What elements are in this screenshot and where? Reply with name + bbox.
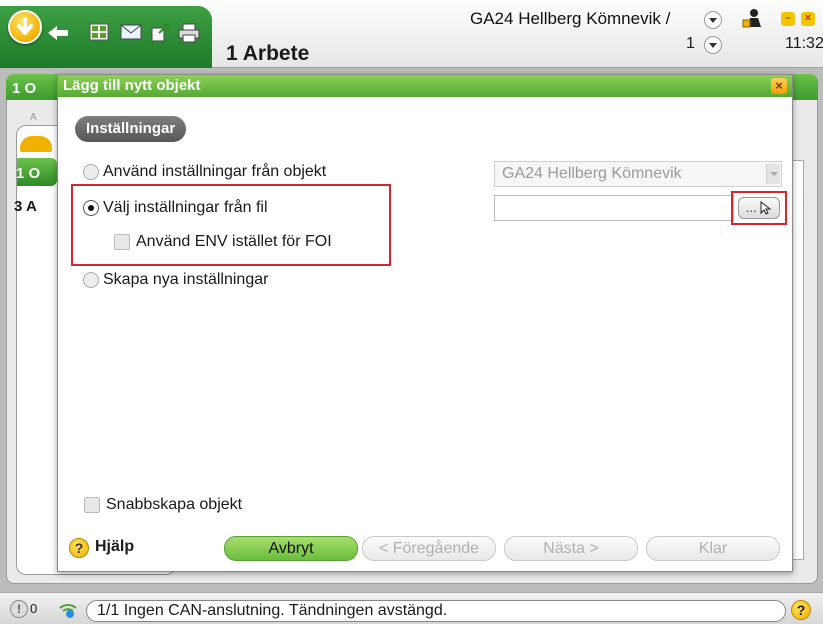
- option-label: Använd ENV istället för FOI: [136, 233, 332, 250]
- browse-button[interactable]: ...: [738, 197, 780, 219]
- cancel-button[interactable]: Avbryt: [224, 536, 358, 561]
- print-icon[interactable]: [178, 23, 200, 43]
- help-icon[interactable]: ?: [69, 538, 89, 558]
- chevron-down-icon[interactable]: [766, 164, 780, 184]
- background-card-label-2: 3 A: [14, 198, 37, 215]
- dialog-titlebar: Lägg till nytt objekt ×: [58, 75, 792, 97]
- helmet-icon: [20, 136, 52, 152]
- dialog-title: Lägg till nytt objekt: [63, 77, 201, 94]
- object-select-value: GA24 Hellberg Kömnevik: [502, 165, 682, 182]
- status-message: 1/1 Ingen CAN-anslutning. Tändningen avs…: [86, 600, 786, 622]
- add-object-dialog: Lägg till nytt objekt × Inställningar An…: [57, 74, 793, 572]
- highlight-box: [71, 184, 391, 266]
- status-bar: ! 0 1/1 Ingen CAN-anslutning. Tändningen…: [0, 592, 823, 624]
- page-number: 1: [686, 35, 695, 52]
- previous-button[interactable]: < Föregående: [362, 536, 496, 561]
- object-select[interactable]: GA24 Hellberg Kömnevik: [494, 161, 782, 187]
- option-label: Använd inställningar från objekt: [103, 163, 327, 180]
- option-choose-from-file[interactable]: Välj inställningar från fil: [83, 199, 268, 217]
- grid-icon[interactable]: [89, 23, 109, 41]
- radio-create-new[interactable]: [83, 272, 99, 288]
- minimize-icon[interactable]: –: [781, 12, 795, 26]
- option-label: Snabbskapa objekt: [106, 496, 243, 513]
- page-title: 1 Arbete: [226, 42, 310, 65]
- warning-icon[interactable]: !: [10, 600, 28, 618]
- export-icon[interactable]: [150, 23, 170, 43]
- dialog-close-icon[interactable]: ×: [771, 78, 787, 94]
- option-use-from-object[interactable]: Använd inställningar från objekt: [83, 163, 326, 181]
- down-arrow-icon: [17, 17, 33, 35]
- clock: 11:32: [785, 35, 823, 52]
- down-arrow-button[interactable]: [8, 10, 42, 44]
- vehicle-dropdown-button[interactable]: [704, 11, 722, 29]
- top-bar: 1 Arbete GA24 Hellberg Kömnevik / 1 – × …: [0, 0, 823, 68]
- option-label: Skapa nya inställningar: [103, 271, 269, 288]
- radio-choose-from-file[interactable]: [83, 200, 99, 216]
- wifi-icon[interactable]: [58, 599, 80, 624]
- user-icon[interactable]: [742, 8, 762, 28]
- background-header-label: 1 O: [12, 80, 37, 97]
- page-dropdown-button[interactable]: [704, 36, 722, 54]
- section-label: Inställningar: [75, 116, 187, 142]
- background-card-label-1: 1 O: [16, 165, 41, 182]
- background-card-small-label: A: [30, 112, 37, 123]
- checkbox-use-env[interactable]: [114, 234, 130, 250]
- radio-use-from-object[interactable]: [83, 164, 99, 180]
- back-arrow-icon[interactable]: [46, 23, 70, 43]
- status-counter: 0: [30, 601, 38, 616]
- finish-button[interactable]: Klar: [646, 536, 780, 561]
- option-use-env[interactable]: Använd ENV istället för FOI: [114, 233, 332, 251]
- option-quick-create[interactable]: Snabbskapa objekt: [84, 496, 242, 514]
- browse-label: ...: [745, 200, 757, 215]
- close-icon[interactable]: ×: [801, 12, 815, 26]
- option-label: Välj inställningar från fil: [103, 199, 268, 216]
- vehicle-title: GA24 Hellberg Kömnevik /: [470, 9, 671, 28]
- file-path-input[interactable]: [494, 195, 734, 221]
- next-button[interactable]: Nästa >: [504, 536, 638, 561]
- status-help-icon[interactable]: ?: [791, 600, 811, 620]
- help-label[interactable]: Hjälp: [95, 538, 134, 556]
- checkbox-quick-create[interactable]: [84, 497, 100, 513]
- cursor-icon: [760, 200, 772, 215]
- mail-icon[interactable]: [120, 23, 142, 41]
- option-create-new[interactable]: Skapa nya inställningar: [83, 271, 268, 289]
